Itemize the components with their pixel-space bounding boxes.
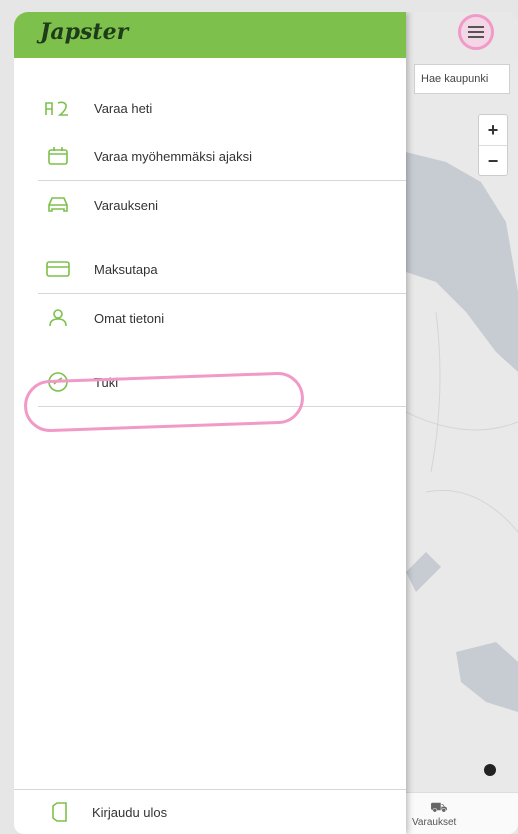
side-drawer: Japster Varaa heti Varaa myöhemmäksi aja… [14, 12, 406, 834]
menu-item-my-bookings[interactable]: Varaukseni [38, 181, 406, 229]
menu-item-label: Omat tietoni [94, 310, 165, 326]
menu-toggle-button[interactable] [458, 14, 494, 50]
logout-icon [42, 802, 74, 822]
menu-item-label: Varaukseni [94, 197, 159, 213]
menu-item-profile[interactable]: Omat tietoni [38, 294, 406, 342]
drawer-header: Japster [14, 12, 406, 58]
menu-item-label: Varaa myöhemmäksi ajaksi [94, 148, 252, 164]
user-icon [42, 306, 74, 330]
app-window: Hae kaupunki + − ⛟ Varaukset Japster Var… [14, 12, 518, 834]
map-search-input[interactable]: Hae kaupunki [414, 64, 510, 94]
bottom-tab-bar: ⛟ Varaukset [406, 792, 518, 834]
zoom-control: + − [478, 114, 508, 176]
bottom-tab-label[interactable]: Varaukset [412, 817, 456, 828]
parking-icon [42, 96, 74, 120]
menu-item-book-later[interactable]: Varaa myöhemmäksi ajaksi [38, 132, 406, 180]
app-logo: Japster [40, 19, 129, 45]
menu-item-label: Maksutapa [94, 261, 158, 277]
annotation-highlight-circle [23, 371, 305, 433]
credit-card-icon [42, 257, 74, 281]
car-icon [42, 193, 74, 217]
menu-item-payment[interactable]: Maksutapa [38, 245, 406, 293]
calendar-icon [42, 144, 74, 168]
menu-item-label: Varaa heti [94, 100, 153, 116]
zoom-in-button[interactable]: + [479, 115, 507, 145]
map-view[interactable]: Hae kaupunki + − ⛟ Varaukset [406, 12, 518, 834]
logout-button[interactable]: Kirjaudu ulos [14, 789, 406, 834]
logout-label: Kirjaudu ulos [92, 804, 168, 820]
menu-item-book-now[interactable]: Varaa heti [38, 84, 406, 132]
location-marker[interactable] [484, 764, 496, 776]
hamburger-icon [468, 26, 484, 38]
car-icon: ⛟ [430, 799, 448, 815]
zoom-out-button[interactable]: − [479, 145, 507, 176]
drawer-menu: Varaa heti Varaa myöhemmäksi ajaksi Vara… [23, 84, 406, 433]
